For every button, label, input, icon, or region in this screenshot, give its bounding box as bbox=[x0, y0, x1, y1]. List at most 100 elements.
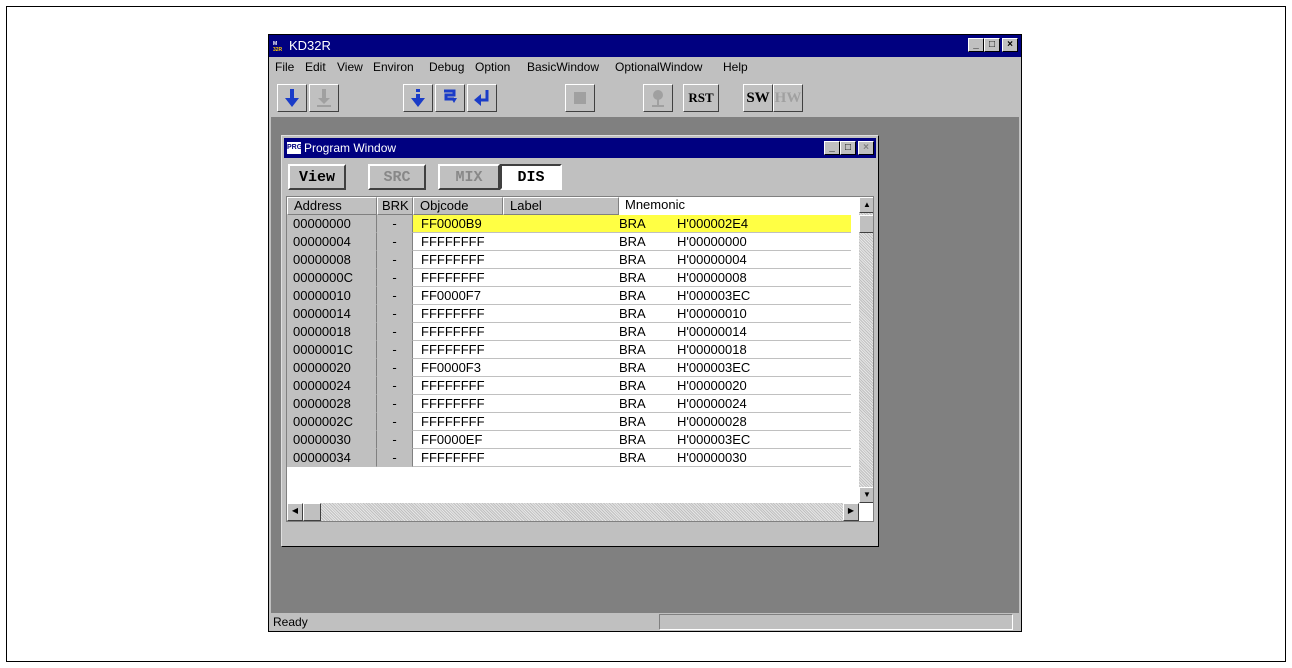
vertical-scrollbar[interactable]: ▲ ▼ bbox=[859, 197, 873, 503]
program-window: PRG Program Window _ □ × View SRC MIX DI… bbox=[281, 135, 879, 547]
table-row[interactable]: 00000028- FFFFFFFF BRA H'00000024 bbox=[287, 395, 851, 413]
scroll-down-icon[interactable]: ▼ bbox=[859, 487, 873, 503]
label-cell bbox=[503, 215, 611, 233]
objcode-cell: FFFFFFFF bbox=[413, 449, 503, 467]
maximize-button[interactable]: □ bbox=[984, 38, 1000, 52]
mix-button[interactable]: MIX bbox=[438, 164, 500, 190]
src-button[interactable]: SRC bbox=[368, 164, 426, 190]
hscroll-thumb[interactable] bbox=[303, 503, 321, 521]
table-row[interactable]: 00000000- FF0000B9 BRA H'000002E4 bbox=[287, 215, 851, 233]
objcode-cell: FFFFFFFF bbox=[413, 377, 503, 395]
mdi-area: PRG Program Window _ □ × View SRC MIX DI… bbox=[271, 117, 1019, 613]
stop-button[interactable] bbox=[565, 84, 595, 112]
table-row[interactable]: 00000018- FFFFFFFF BRA H'00000014 bbox=[287, 323, 851, 341]
program-window-titlebar[interactable]: PRG Program Window _ □ × bbox=[284, 138, 876, 158]
reset-button[interactable]: RST bbox=[683, 84, 719, 112]
menu-edit[interactable]: Edit bbox=[305, 60, 326, 74]
sw-button[interactable]: SW bbox=[743, 84, 773, 112]
view-button[interactable]: View bbox=[288, 164, 346, 190]
label-cell bbox=[503, 341, 611, 359]
menu-option[interactable]: Option bbox=[475, 60, 510, 74]
scroll-right-icon[interactable]: ▶ bbox=[843, 503, 859, 521]
horizontal-scrollbar[interactable]: ◀ ▶ bbox=[287, 503, 859, 521]
scroll-up-icon[interactable]: ▲ bbox=[859, 197, 873, 213]
brk-cell: - bbox=[377, 305, 413, 323]
brk-cell: - bbox=[377, 359, 413, 377]
table-row[interactable]: 00000024- FFFFFFFF BRA H'00000020 bbox=[287, 377, 851, 395]
program-window-icon: PRG bbox=[287, 142, 302, 154]
pw-minimize-button[interactable]: _ bbox=[824, 141, 840, 155]
column-header-label[interactable]: Label bbox=[503, 197, 619, 215]
menu-basicwindow[interactable]: BasicWindow bbox=[527, 60, 599, 74]
status-pane bbox=[659, 614, 1013, 630]
address-cell: 0000002C bbox=[287, 413, 377, 431]
menu-view[interactable]: View bbox=[337, 60, 363, 74]
scroll-left-icon[interactable]: ◀ bbox=[287, 503, 303, 521]
operand-cell: H'000003EC bbox=[677, 287, 851, 305]
menu-debug[interactable]: Debug bbox=[429, 60, 464, 74]
label-cell bbox=[503, 395, 611, 413]
column-header-objcode[interactable]: Objcode bbox=[413, 197, 503, 215]
menu-environ[interactable]: Environ bbox=[373, 60, 414, 74]
label-cell bbox=[503, 413, 611, 431]
table-row[interactable]: 00000010- FF0000F7 BRA H'000003EC bbox=[287, 287, 851, 305]
mnemonic-cell: BRA bbox=[611, 251, 677, 269]
operand-cell: H'000003EC bbox=[677, 359, 851, 377]
operand-cell: H'00000004 bbox=[677, 251, 851, 269]
address-cell: 00000008 bbox=[287, 251, 377, 269]
download-arrow-button[interactable] bbox=[277, 84, 307, 112]
step-in-icon bbox=[411, 89, 425, 107]
table-row[interactable]: 00000004- FFFFFFFF BRA H'00000000 bbox=[287, 233, 851, 251]
step-in-button[interactable] bbox=[403, 84, 433, 112]
table-row[interactable]: 00000020- FF0000F3 BRA H'000003EC bbox=[287, 359, 851, 377]
objcode-cell: FFFFFFFF bbox=[413, 341, 503, 359]
disassembly-table: Address BRK Objcode Label Mnemonic 00000… bbox=[286, 196, 874, 522]
app-titlebar[interactable]: M 32R KD32R _ □ × bbox=[269, 35, 1021, 57]
close-button[interactable]: × bbox=[1002, 38, 1018, 52]
table-row[interactable]: 00000014- FFFFFFFF BRA H'00000010 bbox=[287, 305, 851, 323]
operand-cell: H'000002E4 bbox=[677, 215, 851, 233]
label-cell bbox=[503, 287, 611, 305]
column-header-mnemonic[interactable]: Mnemonic bbox=[619, 197, 859, 215]
brk-cell: - bbox=[377, 377, 413, 395]
column-header-address[interactable]: Address bbox=[287, 197, 377, 215]
table-row[interactable]: 0000000C - FFFFFFFF BRA H'00000008 bbox=[287, 269, 851, 287]
menu-file[interactable]: File bbox=[275, 60, 294, 74]
objcode-cell: FF0000EF bbox=[413, 431, 503, 449]
step-over-button[interactable] bbox=[435, 84, 465, 112]
operand-cell: H'00000010 bbox=[677, 305, 851, 323]
breakpoint-button[interactable] bbox=[643, 84, 673, 112]
pw-close-button[interactable]: × bbox=[858, 141, 874, 155]
brk-cell: - bbox=[377, 251, 413, 269]
objcode-cell: FFFFFFFF bbox=[413, 395, 503, 413]
brk-cell: - bbox=[377, 323, 413, 341]
table-row[interactable]: 00000008- FFFFFFFF BRA H'00000004 bbox=[287, 251, 851, 269]
operand-cell: H'00000024 bbox=[677, 395, 851, 413]
table-row[interactable]: 0000001C - FFFFFFFF BRA H'00000018 bbox=[287, 341, 851, 359]
scroll-thumb[interactable] bbox=[859, 215, 873, 233]
table-row[interactable]: 0000002C - FFFFFFFF BRA H'00000028 bbox=[287, 413, 851, 431]
label-cell bbox=[503, 377, 611, 395]
pw-maximize-button[interactable]: □ bbox=[840, 141, 856, 155]
menu-bar: File Edit View Environ Debug Option Basi… bbox=[269, 57, 1021, 77]
table-row[interactable]: 00000034- FFFFFFFF BRA H'00000030 bbox=[287, 449, 851, 467]
brk-cell: - bbox=[377, 215, 413, 233]
brk-cell: - bbox=[377, 287, 413, 305]
mnemonic-cell: BRA bbox=[611, 305, 677, 323]
dis-button[interactable]: DIS bbox=[500, 164, 562, 190]
hw-button[interactable]: HW bbox=[773, 84, 803, 112]
table-row[interactable]: 00000030- FF0000EF BRA H'000003EC bbox=[287, 431, 851, 449]
menu-optionalwindow[interactable]: OptionalWindow bbox=[615, 60, 702, 74]
address-cell: 00000010 bbox=[287, 287, 377, 305]
minimize-button[interactable]: _ bbox=[968, 38, 984, 52]
svg-text:32R: 32R bbox=[273, 47, 283, 53]
menu-help[interactable]: Help bbox=[723, 60, 748, 74]
app-title: KD32R bbox=[289, 38, 331, 53]
status-text: Ready bbox=[273, 615, 308, 629]
label-cell bbox=[503, 233, 611, 251]
return-button[interactable] bbox=[467, 84, 497, 112]
objcode-cell: FFFFFFFF bbox=[413, 305, 503, 323]
download-disabled-button[interactable] bbox=[309, 84, 339, 112]
brk-cell: - bbox=[377, 269, 413, 287]
column-header-brk[interactable]: BRK bbox=[377, 197, 413, 215]
